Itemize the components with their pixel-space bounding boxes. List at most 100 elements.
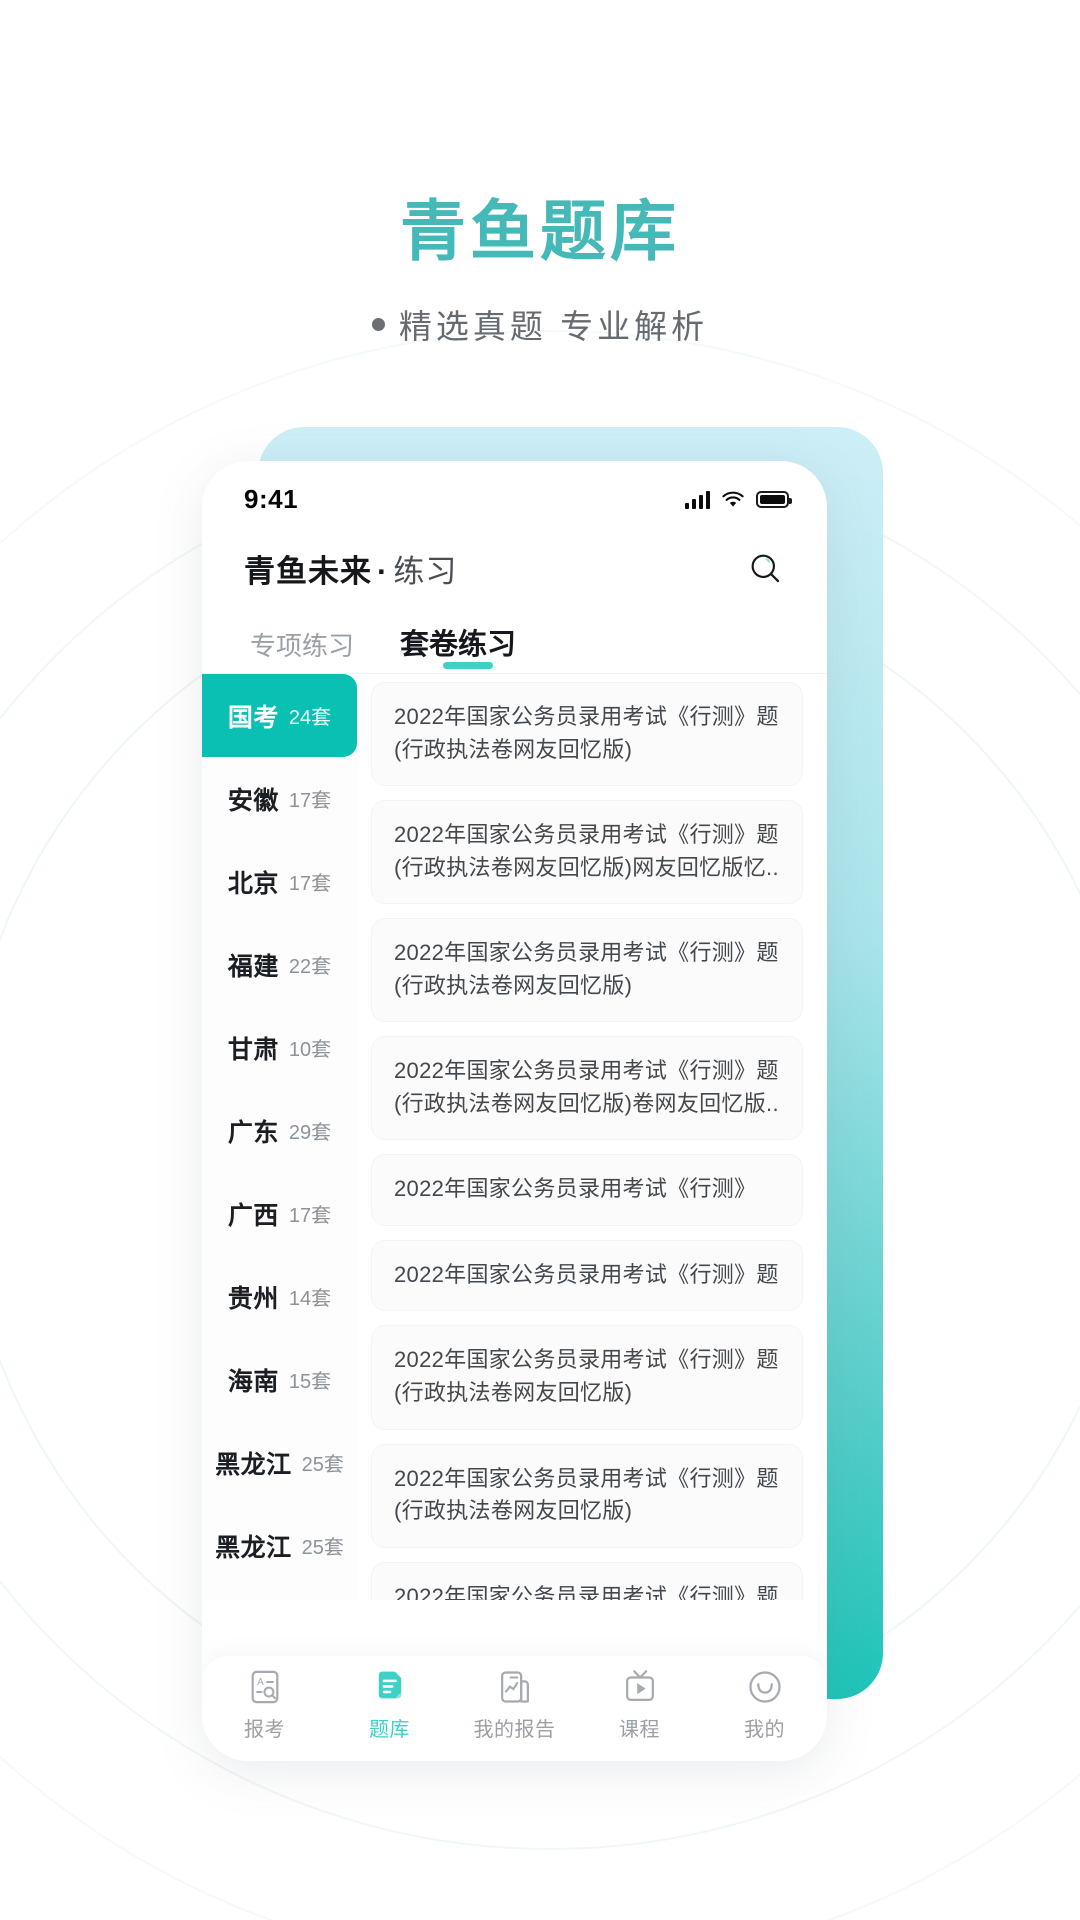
sidebar-item-count: 17套 — [288, 873, 332, 895]
paper-title-line2: (行政执法卷网友回忆版)网友回忆版忆... — [394, 854, 780, 880]
sidebar-item-name: 广东 — [227, 1118, 279, 1147]
sidebar-item-region[interactable]: 国考 24套 — [202, 674, 357, 757]
page-root: 青鱼题库 精选真题 专业解析 9:41 青鱼未来 · 练习 专项练习 套卷练习 … — [0, 0, 1080, 1920]
paper-title-line1: 2022年国家公务员录用考试《行测》题 — [394, 1465, 779, 1491]
sidebar-item-region[interactable]: 甘肃 10套 — [202, 1006, 357, 1089]
paper-title-line1: 2022年国家公务员录用考试《行测》题 — [394, 1261, 779, 1287]
wifi-icon — [722, 491, 744, 507]
tabbar-item-mine[interactable]: 我的 — [702, 1668, 827, 1742]
tabbar-label: 我的 — [744, 1719, 785, 1741]
paper-title-line2: (行政执法卷网友回忆版)卷网友回忆版... — [394, 1090, 780, 1116]
paper-title-line2: (行政执法卷网友回忆版) — [394, 1380, 633, 1406]
app-header: 青鱼未来 · 练习 — [202, 525, 827, 611]
signal-bars-icon — [685, 490, 710, 509]
sidebar-item-name: 北京 — [227, 869, 279, 898]
sidebar-item-count: 17套 — [288, 790, 332, 812]
sidebar-item-count: 25套 — [301, 1454, 344, 1476]
sidebar-item-count: 14套 — [288, 1288, 332, 1310]
sidebar-item-region[interactable]: 北京 17套 — [202, 840, 357, 923]
sidebar-item-count: 10套 — [288, 1039, 332, 1061]
sidebar-item-region[interactable]: 黑龙江 25套 — [202, 1421, 357, 1504]
sidebar-item-name: 海南 — [227, 1367, 279, 1396]
app-title-light: 练习 — [393, 553, 458, 589]
sidebar-item-region[interactable]: 海南 15套 — [202, 1338, 357, 1421]
report-chart-doc-icon — [500, 1671, 529, 1703]
paper-list-item[interactable]: 2022年国家公务员录用考试《行测》题 — [371, 1239, 803, 1312]
sidebar-item-name: 国考 — [227, 703, 279, 732]
sidebar-item-count: 15套 — [288, 1371, 332, 1393]
paper-list-item[interactable]: 2022年国家公务员录用考试《行测》题 (行政执法卷网友回忆版) — [371, 682, 803, 787]
profile-smile-icon — [748, 1671, 781, 1703]
status-bar-time: 9:41 — [244, 483, 299, 514]
sidebar-item-count: 24套 — [288, 707, 332, 729]
app-title-strong: 青鱼未来 — [244, 553, 372, 589]
sidebar-item-region[interactable]: 黑龙江 25套 — [202, 1504, 357, 1587]
sidebar-item-name: 甘肃 — [227, 1035, 279, 1064]
svg-text:A: A — [257, 1677, 264, 1688]
app-title-separator: · — [377, 553, 389, 589]
paper-title-line2: (行政执法卷网友回忆版) — [394, 736, 633, 762]
paper-list-item[interactable]: 2022年国家公务员录用考试《行测》题 (行政执法卷网友回忆版) — [371, 1325, 803, 1430]
bottom-navigation-bar: A 报考 题库 我的报告 课程 我的 — [202, 1656, 827, 1761]
sidebar-item-name: 黑龙江 — [215, 1533, 292, 1562]
paper-title-line1: 2022年国家公务员录用考试《行测》题 — [394, 1583, 779, 1600]
sidebar-item-region[interactable]: 安徽 17套 — [202, 757, 357, 840]
search-button[interactable] — [743, 546, 787, 590]
practice-tabs: 专项练习 套卷练习 — [202, 611, 827, 673]
sidebar-item-count: 29套 — [288, 1122, 332, 1144]
paper-title-line2: (行政执法卷网友回忆版) — [394, 1498, 633, 1524]
promo-title: 青鱼题库 — [400, 194, 680, 268]
paper-list-item[interactable]: 2022年国家公务员录用考试《行测》题 (行政执法卷网友回忆版) — [371, 1561, 803, 1600]
sidebar-item-name: 福建 — [227, 952, 279, 981]
paper-title-line1: 2022年国家公务员录用考试《行测》题 — [394, 1347, 779, 1373]
search-icon — [751, 554, 780, 583]
tabbar-label: 报考 — [244, 1719, 285, 1741]
tabbar-item-baokao[interactable]: A 报考 — [202, 1668, 327, 1742]
tabbar-item-course[interactable]: 课程 — [577, 1668, 702, 1742]
tabbar-item-my-report[interactable]: 我的报告 — [452, 1668, 577, 1742]
sidebar-item-region[interactable]: 黑龙江 25套 — [202, 1587, 357, 1600]
paper-title-line1: 2022年国家公务员录用考试《行测》题 — [394, 704, 779, 729]
paper-list-item[interactable]: 2022年国家公务员录用考试《行测》 — [371, 1154, 803, 1226]
promo-subtitle: 精选真题 专业解析 — [0, 300, 1080, 348]
tabbar-label: 我的报告 — [473, 1719, 556, 1741]
paper-title-line1: 2022年国家公务员录用考试《行测》题 — [394, 1058, 779, 1084]
tabbar-label: 课程 — [619, 1719, 660, 1741]
status-bar: 9:41 — [202, 461, 827, 525]
sidebar-item-count: 22套 — [288, 956, 332, 978]
sidebar-item-name: 黑龙江 — [215, 1450, 292, 1479]
sidebar-item-region[interactable]: 广东 29套 — [202, 1089, 357, 1172]
paper-list-item[interactable]: 2022年国家公务员录用考试《行测》题 (行政执法卷网友回忆版) — [371, 918, 803, 1023]
sidebar-item-name: 贵州 — [227, 1284, 279, 1313]
sidebar-item-name: 广西 — [227, 1201, 279, 1230]
region-sidebar[interactable]: 国考 24套 安徽 17套 北京 17套 福建 22套 甘肃 10套 广东 29… — [202, 674, 357, 1600]
tabbar-label: 题库 — [369, 1719, 410, 1741]
paper-list-item[interactable]: 2022年国家公务员录用考试《行测》题 (行政执法卷网友回忆版)卷网友回忆版..… — [371, 1036, 803, 1141]
paper-list[interactable]: 2022年国家公务员录用考试《行测》题 (行政执法卷网友回忆版) 2022年国家… — [357, 674, 827, 1600]
tab-full-paper-practice[interactable]: 套卷练习 — [400, 621, 516, 673]
question-bank-doc-icon — [378, 1671, 401, 1699]
paper-title-line1: 2022年国家公务员录用考试《行测》题 — [394, 940, 779, 966]
course-tv-play-icon — [625, 1670, 654, 1701]
promo-subtitle-text: 精选真题 专业解析 — [398, 308, 709, 345]
tab-special-practice[interactable]: 专项练习 — [250, 626, 354, 673]
sidebar-item-count: 25套 — [301, 1537, 344, 1559]
sidebar-item-region[interactable]: 贵州 14套 — [202, 1255, 357, 1338]
paper-title-line2: (行政执法卷网友回忆版) — [394, 972, 633, 998]
sidebar-item-region[interactable]: 福建 22套 — [202, 923, 357, 1006]
paper-title-line1: 2022年国家公务员录用考试《行测》题 — [394, 822, 779, 848]
content-area: 国考 24套 安徽 17套 北京 17套 福建 22套 甘肃 10套 广东 29… — [202, 673, 827, 1600]
app-title: 青鱼未来 · 练习 — [244, 546, 457, 591]
bullet-dot-icon — [371, 317, 385, 331]
tabbar-item-tiku[interactable]: 题库 — [327, 1668, 452, 1742]
paper-list-item[interactable]: 2022年国家公务员录用考试《行测》题 (行政执法卷网友回忆版) — [371, 1443, 803, 1548]
sidebar-item-count: 17套 — [288, 1205, 332, 1227]
paper-title-line1: 2022年国家公务员录用考试《行测》 — [394, 1176, 757, 1202]
paper-list-item[interactable]: 2022年国家公务员录用考试《行测》题 (行政执法卷网友回忆版)网友回忆版忆..… — [371, 800, 803, 905]
exam-search-doc-icon: A — [251, 1670, 278, 1704]
battery-icon — [756, 490, 792, 508]
phone-mockup: 9:41 青鱼未来 · 练习 专项练习 套卷练习 国考 24套 安徽 17套 北… — [202, 461, 827, 1761]
sidebar-item-name: 安徽 — [227, 786, 279, 815]
sidebar-item-region[interactable]: 广西 17套 — [202, 1172, 357, 1255]
status-bar-icons — [685, 490, 792, 509]
